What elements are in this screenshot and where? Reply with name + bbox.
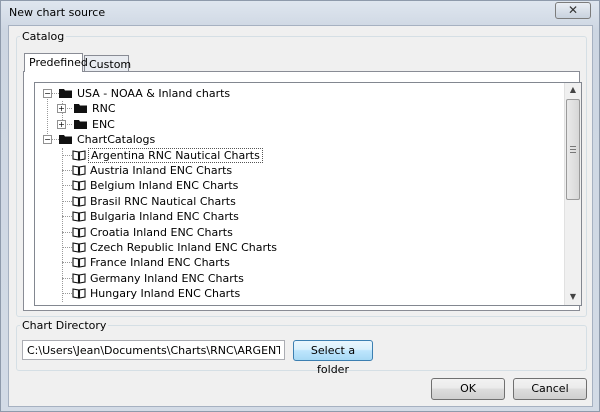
folder-icon [74,119,87,129]
tree-connector-line [62,262,72,264]
open-book-icon [72,288,86,299]
close-icon: ✕ [567,3,579,17]
tree-item[interactable]: Hungary Inland ENC Charts [35,286,565,301]
tree-item[interactable]: + ENC [35,117,565,132]
tree-item-label: France Inland ENC Charts [90,256,230,270]
tree-item-label: Austria Inland ENC Charts [90,164,233,177]
thumb-grip [570,152,576,153]
tree-item-label: Czech Republic Inland ENC Charts [90,241,278,254]
tree-item[interactable]: Austria Inland ENC Charts [35,163,565,178]
folder-icon [74,104,87,114]
ok-button[interactable]: OK [431,378,505,400]
tree-item-label: Germany Inland ENC Charts [90,271,244,285]
open-book-icon [72,226,86,238]
cancel-button[interactable]: Cancel [513,378,587,400]
tree-item[interactable]: Bulgaria Inland ENC Charts [35,209,565,224]
tree-item[interactable]: Czech Republic Inland ENC Charts [35,240,565,255]
tree-item[interactable]: Argentina RNC Nautical Charts [35,147,565,163]
minus-box-icon[interactable]: − [43,89,52,98]
tree-item[interactable]: France Inland ENC Charts [35,255,565,270]
scroll-down-arrow-icon[interactable]: ▼ [565,290,581,304]
tree-item-label: ENC [92,117,115,131]
plus-box-icon[interactable]: + [57,119,66,129]
open-book-icon [72,180,86,192]
open-book-icon [72,257,86,269]
tree-item-label: Bulgaria Inland ENC Charts [90,210,239,224]
tab-predefined-label: Predefined [29,56,88,69]
thumb-grip [570,149,576,150]
tree-item-label: RNC [92,102,116,116]
dialog-window: New chart source ✕ Catalog Predefined Cu… [0,0,600,412]
tree-connector-line [62,247,72,248]
catalog-group-label: Catalog [20,30,67,43]
tree-item[interactable]: Croatia Inland ENC Charts [35,225,565,240]
catalog-tree[interactable]: ▲ ▼ − USA - NOAA & Inland charts + RNC + ENC −… [34,82,582,306]
open-book-icon [72,196,86,207]
folder-icon [59,89,72,98]
tree-item-label: Croatia Inland ENC Charts [90,225,233,239]
tab-custom[interactable]: Custom [84,55,132,71]
tree-connector-line [62,216,72,218]
chart-directory-label: Chart Directory [20,319,109,332]
tree-item-label: Brasil RNC Nautical Charts [90,194,236,208]
tree-item[interactable]: Germany Inland ENC Charts [35,271,565,286]
close-button[interactable]: ✕ [555,2,591,19]
tree-item-label: Hungary Inland ENC Charts [90,287,241,301]
folder-icon [59,135,72,145]
tab-page-predefined: ▲ ▼ − USA - NOAA & Inland charts + RNC + ENC −… [23,71,582,311]
tab-predefined[interactable]: Predefined [24,53,88,72]
minus-box-icon[interactable]: − [43,135,52,145]
tree-connector-line [62,277,72,279]
tree-connector-line [62,200,72,202]
tree-connector-line [62,231,72,233]
tree-connector-line [62,154,72,156]
open-book-icon [72,273,86,284]
tree-item[interactable]: − ChartCatalogs [35,132,565,147]
chart-directory-path-input[interactable] [22,340,285,360]
tree-item-label: Belgium Inland ENC Charts [90,179,239,193]
tree-item-label: USA - NOAA & Inland charts [77,87,231,100]
tree-item[interactable]: Belgium Inland ENC Charts [35,178,565,193]
tree-item-label: Argentina RNC Nautical Charts [88,147,263,163]
title-bar[interactable]: New chart source ✕ [1,1,599,25]
tree-connector-line [62,170,72,171]
dialog-client-area: Catalog Predefined Custom ▲ ▼ − USA - NOA… [8,25,593,407]
scrollbar-thumb[interactable] [566,99,580,200]
open-book-icon [72,211,86,222]
tree-connector-line [62,185,72,187]
tree-item[interactable]: + RNC [35,101,565,116]
tree-scrollbar[interactable]: ▲ ▼ [564,83,581,305]
tab-custom-label: Custom [89,58,132,71]
open-book-icon [72,242,86,253]
window-title: New chart source [9,6,106,19]
select-folder-button[interactable]: Select a folder [293,340,373,376]
open-book-icon [72,165,86,176]
thumb-grip [570,146,576,147]
scroll-up-arrow-icon[interactable]: ▲ [565,83,581,97]
tree-item-label: ChartCatalogs [77,133,156,147]
tree-item[interactable]: − USA - NOAA & Inland charts [35,86,565,101]
open-book-icon [72,149,86,161]
tree-connector-line [62,293,72,295]
plus-box-icon[interactable]: + [57,104,66,114]
tree-item[interactable]: Brasil RNC Nautical Charts [35,194,565,209]
